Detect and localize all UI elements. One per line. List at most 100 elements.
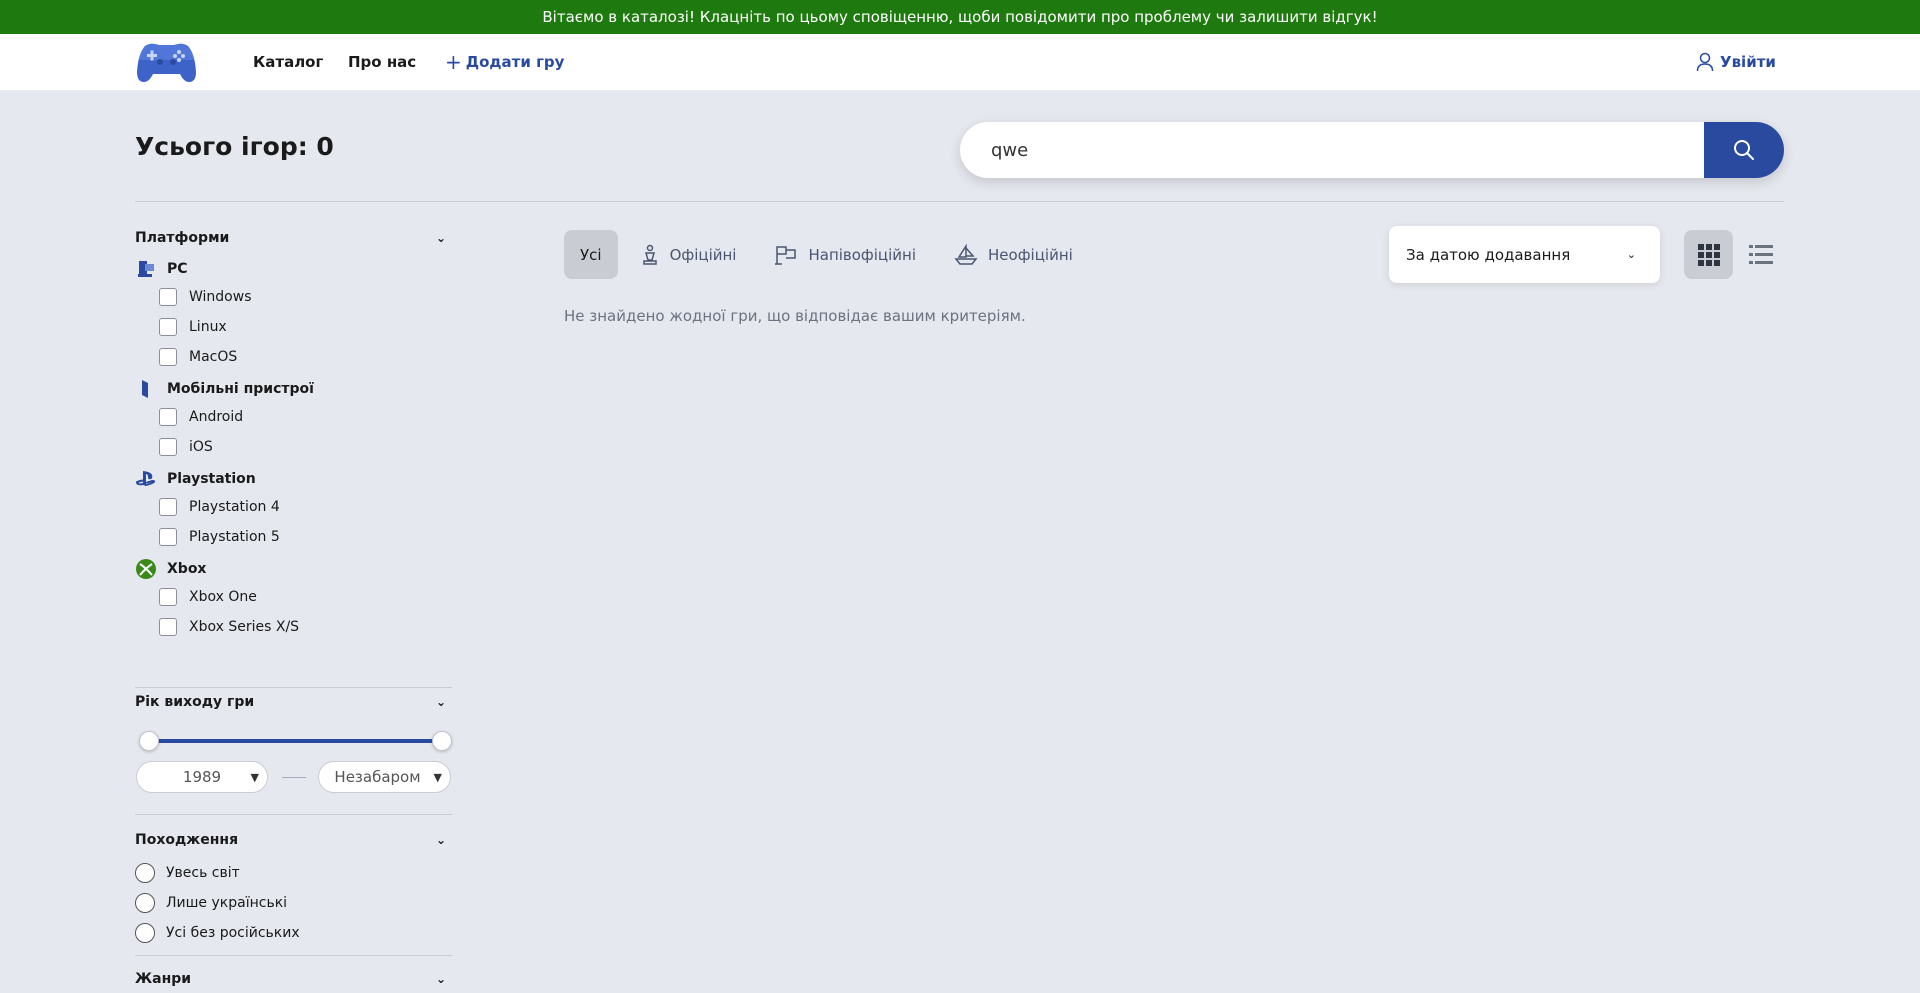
top-navbar: Каталог Про нас + Додати гру Увійти — [0, 34, 1920, 90]
checkbox-ps5[interactable]: Playstation 5 — [135, 527, 452, 547]
year-from-value: 1989 — [182, 768, 222, 786]
checkbox-box[interactable] — [159, 498, 177, 516]
checkbox-ps4[interactable]: Playstation 4 — [135, 497, 452, 517]
checkbox-windows[interactable]: Windows — [135, 287, 452, 307]
checkbox-box[interactable] — [159, 528, 177, 546]
year-to-select[interactable]: Незабаром ▼ — [318, 761, 451, 793]
search-input[interactable] — [960, 122, 1704, 178]
radio-only-ukrainian[interactable]: Лише українські — [135, 893, 452, 913]
xbox-icon — [135, 558, 157, 580]
status-tabs: Усі Офіційні Напівофіційні Неофіційні — [564, 230, 1095, 279]
chevron-down-icon: ⌄ — [435, 833, 446, 847]
platforms-list[interactable]: PC Windows Linux MacOS Мобільні пристрої… — [135, 246, 452, 688]
radio-circle[interactable] — [135, 923, 155, 943]
platforms-title: Платформи — [135, 230, 230, 246]
grid-icon — [1697, 243, 1720, 266]
checkbox-label: Playstation 5 — [189, 529, 280, 545]
chevron-down-icon: ▼ — [433, 770, 442, 784]
user-icon — [1696, 42, 1740, 82]
list-icon — [1748, 244, 1773, 264]
nav-about-link[interactable]: Про нас — [348, 34, 416, 90]
sort-select[interactable]: За датою додавання ⌄ — [1389, 226, 1660, 283]
list-view-button[interactable] — [1736, 230, 1785, 279]
checkbox-label: Android — [189, 409, 244, 425]
origin-filter: Походження ⌄ Увесь світ Лише українські … — [135, 816, 452, 956]
checkbox-box[interactable] — [159, 618, 177, 636]
gamepad-logo-icon[interactable] — [135, 40, 198, 84]
genres-section-header[interactable]: Жанри ⌄ — [135, 971, 452, 987]
tab-unofficial[interactable]: Неофіційні — [938, 230, 1089, 279]
checkbox-box[interactable] — [159, 288, 177, 306]
checkbox-label: Windows — [189, 289, 252, 305]
platforms-section-header[interactable]: Платформи ⌄ — [135, 230, 452, 246]
tab-semi-official[interactable]: Напівофіційні — [758, 230, 932, 279]
tab-label: Офіційні — [669, 245, 737, 264]
checkbox-label: iOS — [189, 439, 213, 455]
origin-title: Походження — [135, 832, 239, 848]
year-to-value: Незабаром — [334, 768, 421, 786]
year-title: Рік виходу гри — [135, 694, 255, 710]
year-min-handle[interactable] — [139, 731, 159, 751]
year-from-select[interactable]: 1989 ▼ — [136, 761, 268, 793]
feedback-banner[interactable]: Вітаємо в каталозі! Клацніть по цьому сп… — [0, 0, 1920, 34]
radio-label: Усі без російських — [166, 925, 300, 941]
login-button[interactable]: Увійти — [1696, 34, 1776, 90]
sort-selected: За датою додавання — [1406, 245, 1571, 264]
radio-circle[interactable] — [135, 893, 155, 913]
chevron-down-icon: ⌄ — [435, 695, 446, 709]
checkbox-linux[interactable]: Linux — [135, 317, 452, 337]
flag-icon — [774, 244, 798, 266]
chevron-down-icon: ⌄ — [1626, 248, 1636, 261]
mobile-icon — [135, 378, 157, 400]
platform-group-title: Xbox — [167, 561, 207, 577]
checkbox-ios[interactable]: iOS — [135, 437, 452, 457]
year-section-header[interactable]: Рік виходу гри ⌄ — [135, 677, 452, 710]
login-label: Увійти — [1720, 53, 1776, 71]
platform-group-pc: PC Windows Linux MacOS — [135, 259, 452, 367]
checkbox-box[interactable] — [159, 348, 177, 366]
tab-label: Усі — [580, 245, 602, 264]
empty-results-message: Не знайдено жодної гри, що відповідає ва… — [564, 307, 1026, 325]
checkbox-box[interactable] — [159, 588, 177, 606]
radio-whole-world[interactable]: Увесь світ — [135, 863, 452, 883]
banner-text: Вітаємо в каталозі! Клацніть по цьому сп… — [542, 8, 1378, 26]
origin-section-header[interactable]: Походження ⌄ — [135, 832, 452, 848]
checkbox-box[interactable] — [159, 438, 177, 456]
checkbox-label: Linux — [189, 319, 227, 335]
nav-catalog-link[interactable]: Каталог — [253, 34, 323, 90]
chevron-down-icon: ⌄ — [435, 972, 446, 986]
search-button[interactable] — [1704, 122, 1784, 178]
checkbox-box[interactable] — [159, 318, 177, 336]
header-divider — [135, 201, 1784, 202]
genres-title: Жанри — [135, 971, 192, 987]
playstation-icon — [135, 468, 157, 490]
release-year-filter: Рік виходу гри ⌄ 1989 ▼ Незабаром ▼ — [135, 677, 452, 815]
radio-without-russian[interactable]: Усі без російських — [135, 923, 452, 943]
platform-group-mobile: Мобільні пристрої Android iOS — [135, 379, 452, 457]
pc-icon — [135, 258, 157, 280]
checkbox-xbox-one[interactable]: Xbox One — [135, 587, 452, 607]
add-game-label: Додати гру — [465, 53, 565, 71]
chevron-down-icon: ⌄ — [435, 231, 446, 245]
search-bar — [960, 122, 1784, 178]
tab-label: Неофіційні — [988, 245, 1073, 264]
checkbox-label: Xbox One — [189, 589, 257, 605]
year-max-handle[interactable] — [432, 731, 452, 751]
checkbox-xbox-series[interactable]: Xbox Series X/S — [135, 617, 452, 637]
tab-all[interactable]: Усі — [564, 230, 618, 279]
range-separator — [282, 777, 306, 778]
add-game-button[interactable]: + Додати гру — [441, 34, 565, 90]
grid-view-button[interactable] — [1684, 230, 1733, 279]
genres-filter: Жанри ⌄ — [135, 971, 452, 987]
checkbox-android[interactable]: Android — [135, 407, 452, 427]
checkbox-label: MacOS — [189, 349, 238, 365]
tab-official[interactable]: Офіційні — [624, 230, 753, 279]
checkbox-macos[interactable]: MacOS — [135, 347, 452, 367]
filters-sidebar: Платформи ⌄ PC Windows Linux MacOS Мобіл… — [135, 230, 452, 688]
platform-group-title: PC — [167, 261, 188, 277]
checkbox-box[interactable] — [159, 408, 177, 426]
radio-label: Увесь світ — [166, 865, 240, 881]
year-range-track[interactable] — [149, 739, 442, 743]
radio-circle[interactable] — [135, 863, 155, 883]
tab-label: Напівофіційні — [808, 245, 917, 264]
